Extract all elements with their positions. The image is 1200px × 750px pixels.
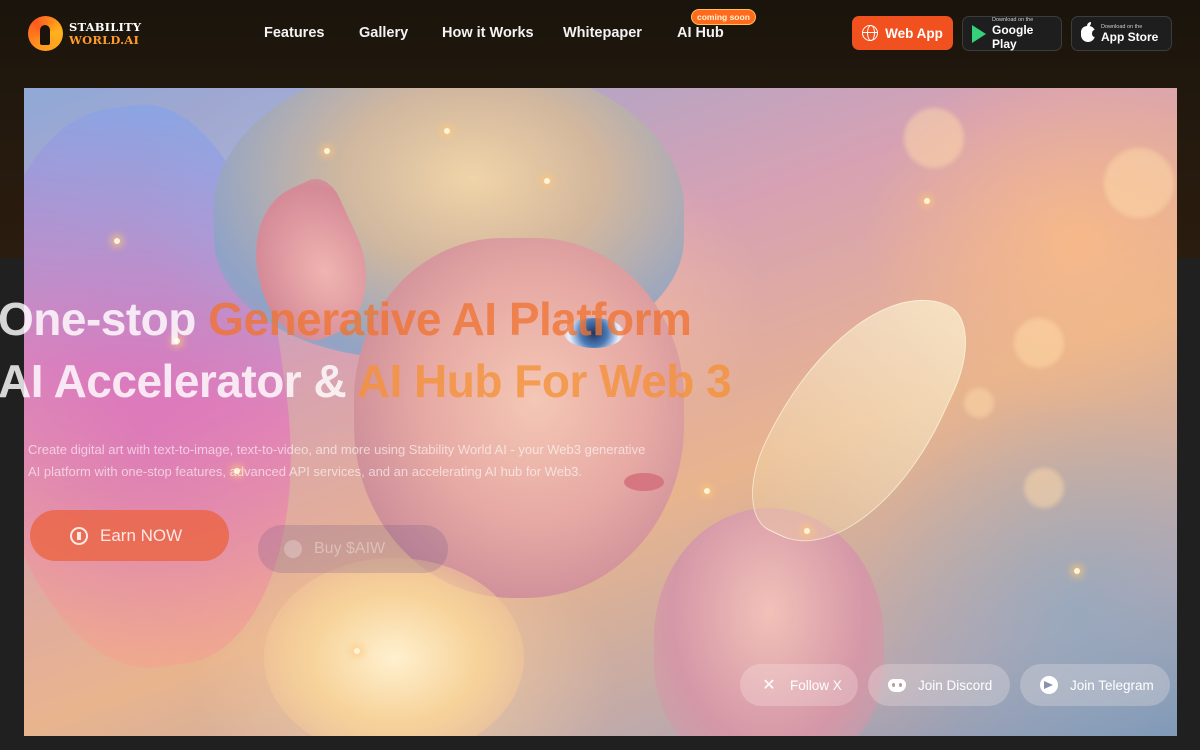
coming-soon-badge: coming soon bbox=[691, 9, 756, 25]
bokeh-light bbox=[1024, 468, 1064, 508]
follow-x-label: Follow X bbox=[790, 677, 842, 693]
apple-icon bbox=[1081, 21, 1097, 42]
join-telegram-button[interactable]: Join Telegram bbox=[1020, 664, 1170, 706]
app-store-button[interactable]: Download on the App Store bbox=[1071, 16, 1172, 51]
sparkle bbox=[114, 238, 120, 244]
bokeh-light bbox=[1104, 148, 1174, 218]
hero-image bbox=[24, 88, 1177, 736]
follow-x-button[interactable]: ✕ Follow X bbox=[740, 664, 858, 706]
nav-whitepaper[interactable]: Whitepaper bbox=[563, 25, 642, 41]
bokeh-light bbox=[964, 388, 994, 418]
butterfly-wing bbox=[731, 259, 987, 577]
nav-how-it-works[interactable]: How it Works bbox=[442, 25, 534, 41]
nav-gallery[interactable]: Gallery bbox=[359, 25, 408, 41]
sparkle bbox=[444, 128, 450, 134]
join-discord-button[interactable]: Join Discord bbox=[868, 664, 1010, 706]
token-icon bbox=[284, 540, 302, 558]
sparkle bbox=[354, 648, 360, 654]
join-telegram-label: Join Telegram bbox=[1070, 677, 1154, 693]
discord-icon bbox=[888, 676, 906, 694]
google-play-icon bbox=[972, 24, 986, 43]
google-play-button[interactable]: Download on the Google Play bbox=[962, 16, 1062, 51]
logo-icon bbox=[28, 16, 63, 51]
nav-features[interactable]: Features bbox=[264, 25, 324, 41]
coin-icon bbox=[70, 526, 88, 545]
sparkle bbox=[804, 528, 810, 534]
sparkle bbox=[544, 178, 550, 184]
headline-2-white: AI Accelerator & bbox=[0, 355, 357, 407]
globe-icon bbox=[862, 25, 879, 41]
bokeh-light bbox=[1014, 318, 1064, 368]
web-app-button[interactable]: Web App bbox=[852, 16, 953, 50]
hero-headline-line-2: AI Accelerator & AI Hub For Web 3 bbox=[0, 354, 732, 408]
x-icon: ✕ bbox=[762, 677, 776, 694]
hero-subtitle-line-1: Create digital art with text-to-image, t… bbox=[28, 442, 646, 457]
headline-1-white: One-stop bbox=[0, 293, 209, 345]
join-discord-label: Join Discord bbox=[918, 677, 993, 693]
logo-line-1: STABILITY bbox=[69, 19, 142, 34]
fairy-lips bbox=[624, 473, 664, 491]
hero-headline-line-1: One-stop Generative AI Platform bbox=[0, 292, 692, 346]
sparkle bbox=[1074, 568, 1080, 574]
buy-aiw-button[interactable]: Buy $AIW bbox=[258, 525, 448, 573]
earn-now-label: Earn NOW bbox=[100, 525, 183, 545]
bokeh-light bbox=[904, 108, 964, 168]
top-navigation: STABILITY WORLD.AI Features Gallery How … bbox=[0, 0, 1200, 66]
hero-subtitle-line-2: AI platform with one-stop features, adva… bbox=[28, 464, 583, 479]
logo-wordmark: STABILITY WORLD.AI bbox=[69, 19, 142, 47]
app-store-label: App Store bbox=[1101, 29, 1159, 44]
earn-now-button[interactable]: Earn NOW bbox=[30, 510, 229, 561]
logo-line-2: WORLD.AI bbox=[69, 32, 140, 47]
headline-1-orange: Generative AI Platform bbox=[208, 293, 692, 345]
headline-2-orange: AI Hub For Web 3 bbox=[356, 355, 732, 407]
buy-aiw-label: Buy $AIW bbox=[314, 540, 386, 557]
google-play-label: Google Play bbox=[992, 22, 1034, 51]
web-app-label: Web App bbox=[885, 25, 943, 41]
sparkle bbox=[324, 148, 330, 154]
sparkle bbox=[704, 488, 710, 494]
nav-ai-hub[interactable]: AI Hub bbox=[677, 25, 724, 41]
site-logo[interactable]: STABILITY WORLD.AI bbox=[28, 16, 141, 51]
sparkle bbox=[924, 198, 930, 204]
telegram-icon bbox=[1040, 676, 1058, 694]
